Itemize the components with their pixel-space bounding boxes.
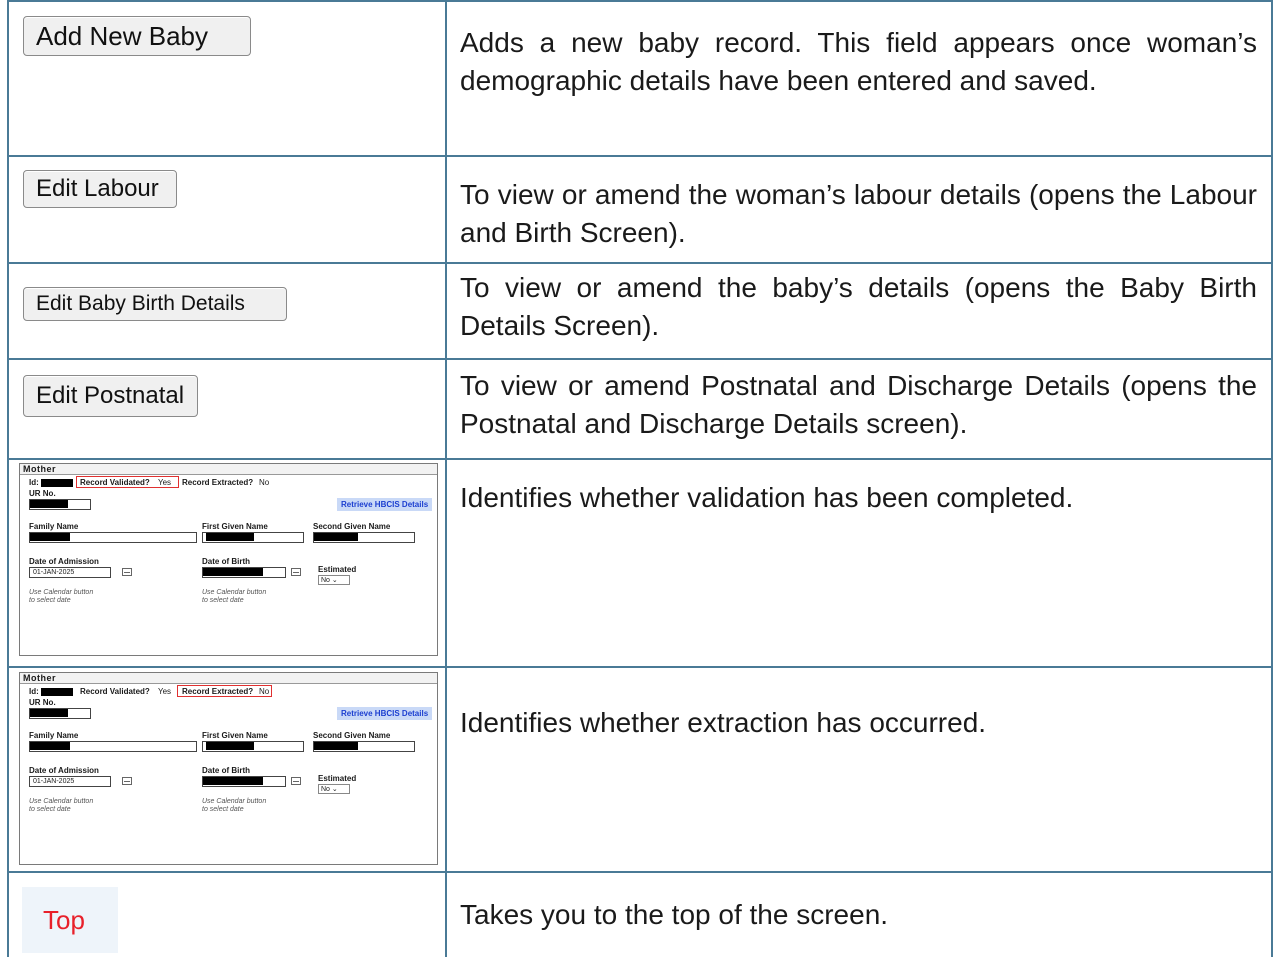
extracted-label: Record Extracted? [182, 478, 254, 487]
add-new-baby-button[interactable]: Add New Baby [23, 16, 251, 56]
calendar-hint: Use Calendar button to select date [29, 589, 94, 604]
mother-form-screenshot-extracted: Mother Id: Record Validated? Yes Record … [19, 672, 438, 865]
admission-date-field[interactable]: 01-JAN-2025 [29, 567, 111, 578]
row-description: To view or amend Postnatal and Discharge… [460, 370, 1257, 439]
calendar-icon[interactable] [291, 777, 301, 785]
mother-form-title: Mother [20, 673, 437, 684]
calendar-icon[interactable] [291, 568, 301, 576]
id-label: Id: [29, 478, 39, 487]
redacted-second-given-name [314, 533, 358, 541]
edit-baby-birth-details-button[interactable]: Edit Baby Birth Details [23, 287, 287, 321]
redacted-id [41, 688, 73, 696]
row-description: Identifies whether validation has been c… [460, 482, 1074, 513]
row-description: Takes you to the top of the screen. [460, 899, 889, 930]
extracted-value: No [259, 687, 270, 696]
calendar-icon[interactable] [122, 777, 132, 785]
calendar-hint: Use Calendar button to select date [202, 589, 267, 604]
table-row: Mother Id: Record Validated? Yes Record … [9, 666, 1271, 873]
help-table: Add New Baby Adds a new baby record. Thi… [7, 0, 1273, 957]
edit-postnatal-button[interactable]: Edit Postnatal [23, 375, 198, 417]
admission-date-value: 01-JAN-2025 [33, 569, 75, 576]
redacted-ur [30, 709, 68, 717]
admission-date-field[interactable]: 01-JAN-2025 [29, 776, 111, 787]
date-of-birth-label: Date of Birth [202, 766, 250, 775]
row-description: To view or amend the baby’s details (ope… [460, 272, 1257, 341]
table-row: Top Takes you to the top of the screen. [9, 871, 1271, 959]
row-description: Adds a new baby record. This field appea… [460, 27, 1257, 96]
family-name-label: Family Name [29, 731, 79, 740]
estimated-label: Estimated [318, 774, 357, 783]
redacted-first-given-name [206, 742, 254, 750]
extracted-value: No [259, 478, 270, 487]
estimated-select[interactable]: No ⌄ [318, 784, 350, 794]
admission-date-label: Date of Admission [29, 557, 99, 566]
redacted-family-name [30, 742, 70, 750]
chevron-down-icon: ⌄ [331, 786, 338, 793]
table-row: Edit Labour To view or amend the woman’s… [9, 155, 1271, 264]
validated-label: Record Validated? [80, 478, 150, 487]
estimated-select[interactable]: No ⌄ [318, 575, 350, 585]
top-link[interactable]: Top [22, 887, 118, 953]
redacted-second-given-name [314, 742, 358, 750]
redacted-date-of-birth [203, 777, 263, 785]
table-row: Add New Baby Adds a new baby record. Thi… [9, 0, 1271, 157]
redacted-id [41, 479, 73, 487]
redacted-first-given-name [206, 533, 254, 541]
estimated-label: Estimated [318, 565, 357, 574]
redacted-ur [30, 500, 68, 508]
id-label: Id: [29, 687, 39, 696]
first-given-name-label: First Given Name [202, 522, 268, 531]
row-description: Identifies whether extraction has occurr… [460, 707, 987, 738]
estimated-value: No [321, 577, 330, 584]
edit-labour-button[interactable]: Edit Labour [23, 170, 177, 208]
second-given-name-label: Second Given Name [313, 731, 391, 740]
calendar-hint: Use Calendar button to select date [202, 798, 267, 813]
retrieve-hbcis-button[interactable]: Retrieve HBCIS Details [337, 707, 433, 720]
row-description: To view or amend the woman’s labour deta… [460, 179, 1257, 248]
ur-label: UR No. [29, 698, 56, 707]
calendar-hint: Use Calendar button to select date [29, 798, 94, 813]
family-name-label: Family Name [29, 522, 79, 531]
mother-form-title: Mother [20, 464, 437, 475]
calendar-icon[interactable] [122, 568, 132, 576]
date-of-birth-label: Date of Birth [202, 557, 250, 566]
admission-date-label: Date of Admission [29, 766, 99, 775]
chevron-down-icon: ⌄ [331, 577, 338, 584]
table-row: Edit Postnatal To view or amend Postnata… [9, 358, 1271, 460]
validated-value: Yes [158, 478, 172, 487]
extracted-label: Record Extracted? [182, 687, 254, 696]
mother-form-screenshot-validated: Mother Id: Record Validated? Yes Record … [19, 463, 438, 656]
second-given-name-label: Second Given Name [313, 522, 391, 531]
redacted-date-of-birth [203, 568, 263, 576]
table-row: Edit Baby Birth Details To view or amend… [9, 262, 1271, 360]
validated-label: Record Validated? [80, 687, 150, 696]
estimated-value: No [321, 786, 330, 793]
ur-label: UR No. [29, 489, 56, 498]
first-given-name-label: First Given Name [202, 731, 268, 740]
retrieve-hbcis-button[interactable]: Retrieve HBCIS Details [337, 498, 433, 511]
table-row: Mother Id: Record Validated? Yes Record … [9, 458, 1271, 668]
redacted-family-name [30, 533, 70, 541]
admission-date-value: 01-JAN-2025 [33, 778, 75, 785]
validated-value: Yes [158, 687, 172, 696]
column-divider [445, 0, 447, 957]
